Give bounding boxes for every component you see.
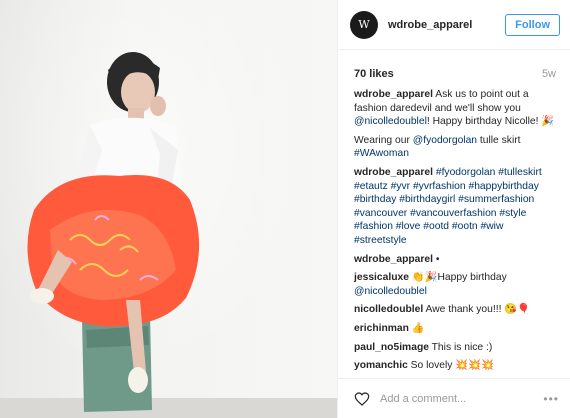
post-photo	[0, 0, 337, 418]
caption-text-3: Wearing our	[354, 134, 413, 146]
caption-text-2: ! Happy birthday Nicolle! 🎉	[426, 116, 555, 128]
comment: nicolledoublel Awe thank you!!! 😘🎈	[354, 303, 558, 317]
comment: yomanchic So lovely 💥💥💥	[354, 359, 558, 373]
caption-wearing: Wearing our @fyodorgolan tulle skirt #WA…	[354, 134, 558, 161]
comment: paul_no5image This is nice :)	[354, 341, 558, 355]
hashtag-comment-username[interactable]: wdrobe_apparel	[354, 167, 433, 178]
comment: erichinman 👍	[354, 322, 558, 336]
woman-illustration	[27, 52, 200, 412]
post-meta: 70 likes 5w	[338, 50, 570, 80]
heart-icon[interactable]	[354, 391, 370, 407]
comment-username[interactable]: nicolledoublel	[354, 304, 423, 315]
hashtag-comment: wdrobe_apparel #fyodorgolan #tulleskirt …	[354, 166, 558, 248]
avatar[interactable]: W	[350, 10, 378, 39]
caption: wdrobe_apparel Ask us to point out a fas…	[354, 88, 558, 129]
comment-username[interactable]: paul_no5image	[354, 342, 429, 353]
comment-username[interactable]: erichinman	[354, 323, 409, 334]
comment: wdrobe_apparel •	[354, 253, 558, 267]
hashtag-list[interactable]: #fyodorgolan #tulleskirt #etautz #yvr #y…	[354, 167, 542, 246]
comment-text: So lovely 💥💥💥	[407, 360, 494, 372]
follow-button[interactable]: Follow	[505, 13, 560, 36]
comments-list: wdrobe_apparel Ask us to point out a fas…	[338, 80, 570, 373]
add-comment-input[interactable]: Add a comment...	[380, 393, 543, 405]
post-details: W wdrobe_apparel Follow 70 likes 5w wdro…	[337, 0, 570, 418]
caption-username[interactable]: wdrobe_apparel	[354, 89, 433, 100]
more-options-icon[interactable]: •••	[543, 392, 559, 406]
comment-username[interactable]: wdrobe_apparel	[354, 254, 433, 265]
caption-text-4: tulle skirt	[477, 134, 521, 146]
comment-text: •	[432, 253, 440, 265]
comment: jessicaluxe 👏🎉Happy birthday @nicolledou…	[354, 271, 558, 298]
comment-text: 👍	[408, 322, 425, 334]
caption-mention-2[interactable]: @fyodorgolan	[413, 135, 477, 146]
comment-bar: Add a comment... •••	[338, 378, 570, 418]
comment-mention[interactable]: @nicolledoublel	[354, 286, 427, 297]
comment-text: Awe thank you!!! 😘🎈	[423, 304, 530, 316]
comment-username[interactable]: yomanchic	[354, 360, 408, 371]
post-age[interactable]: 5w	[542, 68, 556, 80]
username-link[interactable]: wdrobe_apparel	[388, 19, 505, 31]
comment-text: 👏🎉Happy birthday	[408, 272, 507, 284]
avatar-logo: W	[358, 18, 370, 31]
post-header: W wdrobe_apparel Follow	[338, 0, 570, 50]
likes-count[interactable]: 70 likes	[354, 68, 394, 80]
comment-text: This is nice :)	[428, 341, 493, 353]
caption-hashtag[interactable]: #WAwoman	[354, 148, 409, 159]
comment-username[interactable]: jessicaluxe	[354, 272, 409, 283]
caption-mention[interactable]: @nicolledoublel	[354, 116, 427, 127]
instagram-post: W wdrobe_apparel Follow 70 likes 5w wdro…	[0, 0, 570, 418]
